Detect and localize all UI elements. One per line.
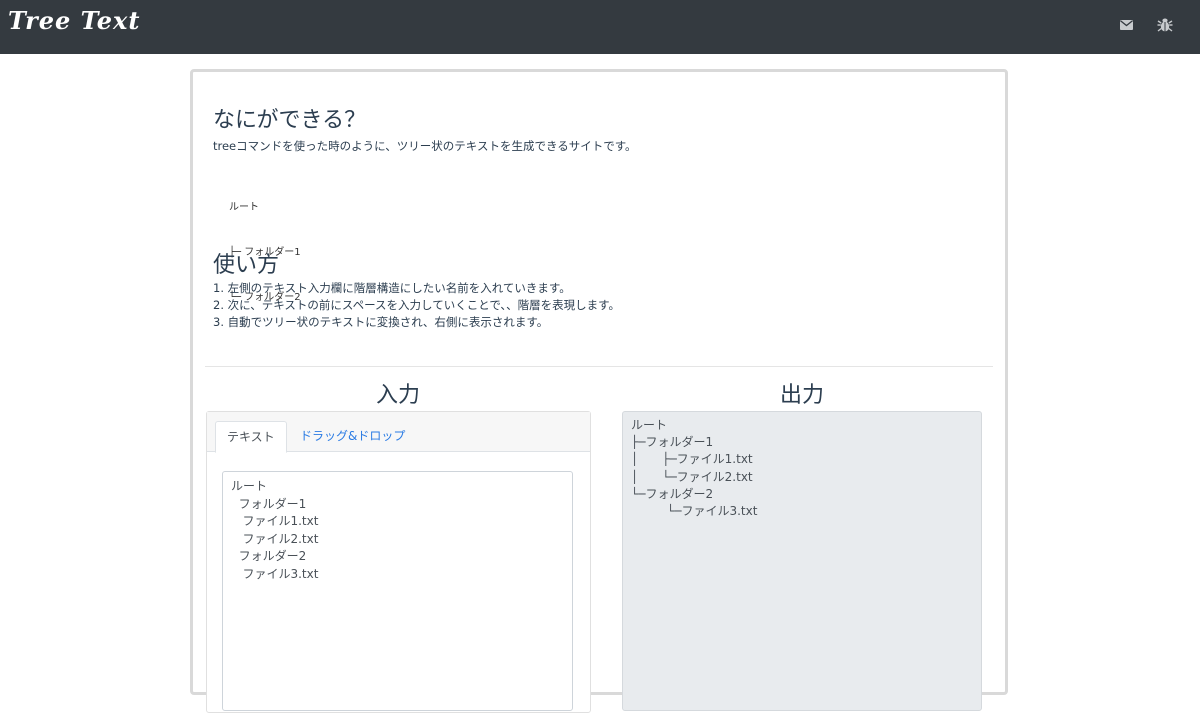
navbar: Tree Text: [0, 0, 1200, 54]
main-card: なにができる？ treeコマンドを使った時のように、ツリー状のテキストを生成でき…: [190, 69, 1008, 713]
tab-drag-drop[interactable]: ドラッグ&ドロップ: [289, 421, 416, 451]
output-title: 出力: [780, 383, 825, 408]
tab-text[interactable]: テキスト: [215, 421, 287, 453]
brand-logo[interactable]: Tree Text: [8, 6, 140, 35]
usage-title: 使い方: [213, 253, 280, 278]
input-title: 入力: [376, 383, 421, 408]
usage-step: 1. 左側のテキスト入力欄に階層構造にしたい名前を入れていきます。: [213, 281, 571, 295]
input-panel: テキスト ドラッグ&ドロップ ルート フォルダー1 ファイル1.txt ファイル…: [206, 411, 591, 713]
input-tabs: テキスト ドラッグ&ドロップ: [207, 412, 590, 453]
tree-input-textarea[interactable]: ルート フォルダー1 ファイル1.txt ファイル2.txt フォルダー2 ファ…: [222, 471, 573, 711]
bug-icon[interactable]: [1154, 14, 1176, 36]
usage-step: 3. 自動でツリー状のテキストに変換され、右側に表示されます。: [213, 315, 549, 329]
mail-icon[interactable]: [1115, 14, 1137, 36]
divider: [205, 366, 993, 367]
usage-step: 2. 次に、テキストの前にスペースを入力していくことで、、階層を表現します。: [213, 298, 621, 312]
usage-steps: 1. 左側のテキスト入力欄に階層構造にしたい名前を入れていきます。 2. 次に、…: [213, 280, 620, 331]
sample-line: ルート: [229, 202, 259, 213]
tree-output: ルート ├─フォルダー1 │ ├─ファイル1.txt │ └─ファイル2.txt…: [622, 411, 982, 711]
about-title: なにができる？: [213, 108, 367, 133]
about-description: treeコマンドを使った時のように、ツリー状のテキストを生成できるサイトです。: [213, 139, 637, 153]
